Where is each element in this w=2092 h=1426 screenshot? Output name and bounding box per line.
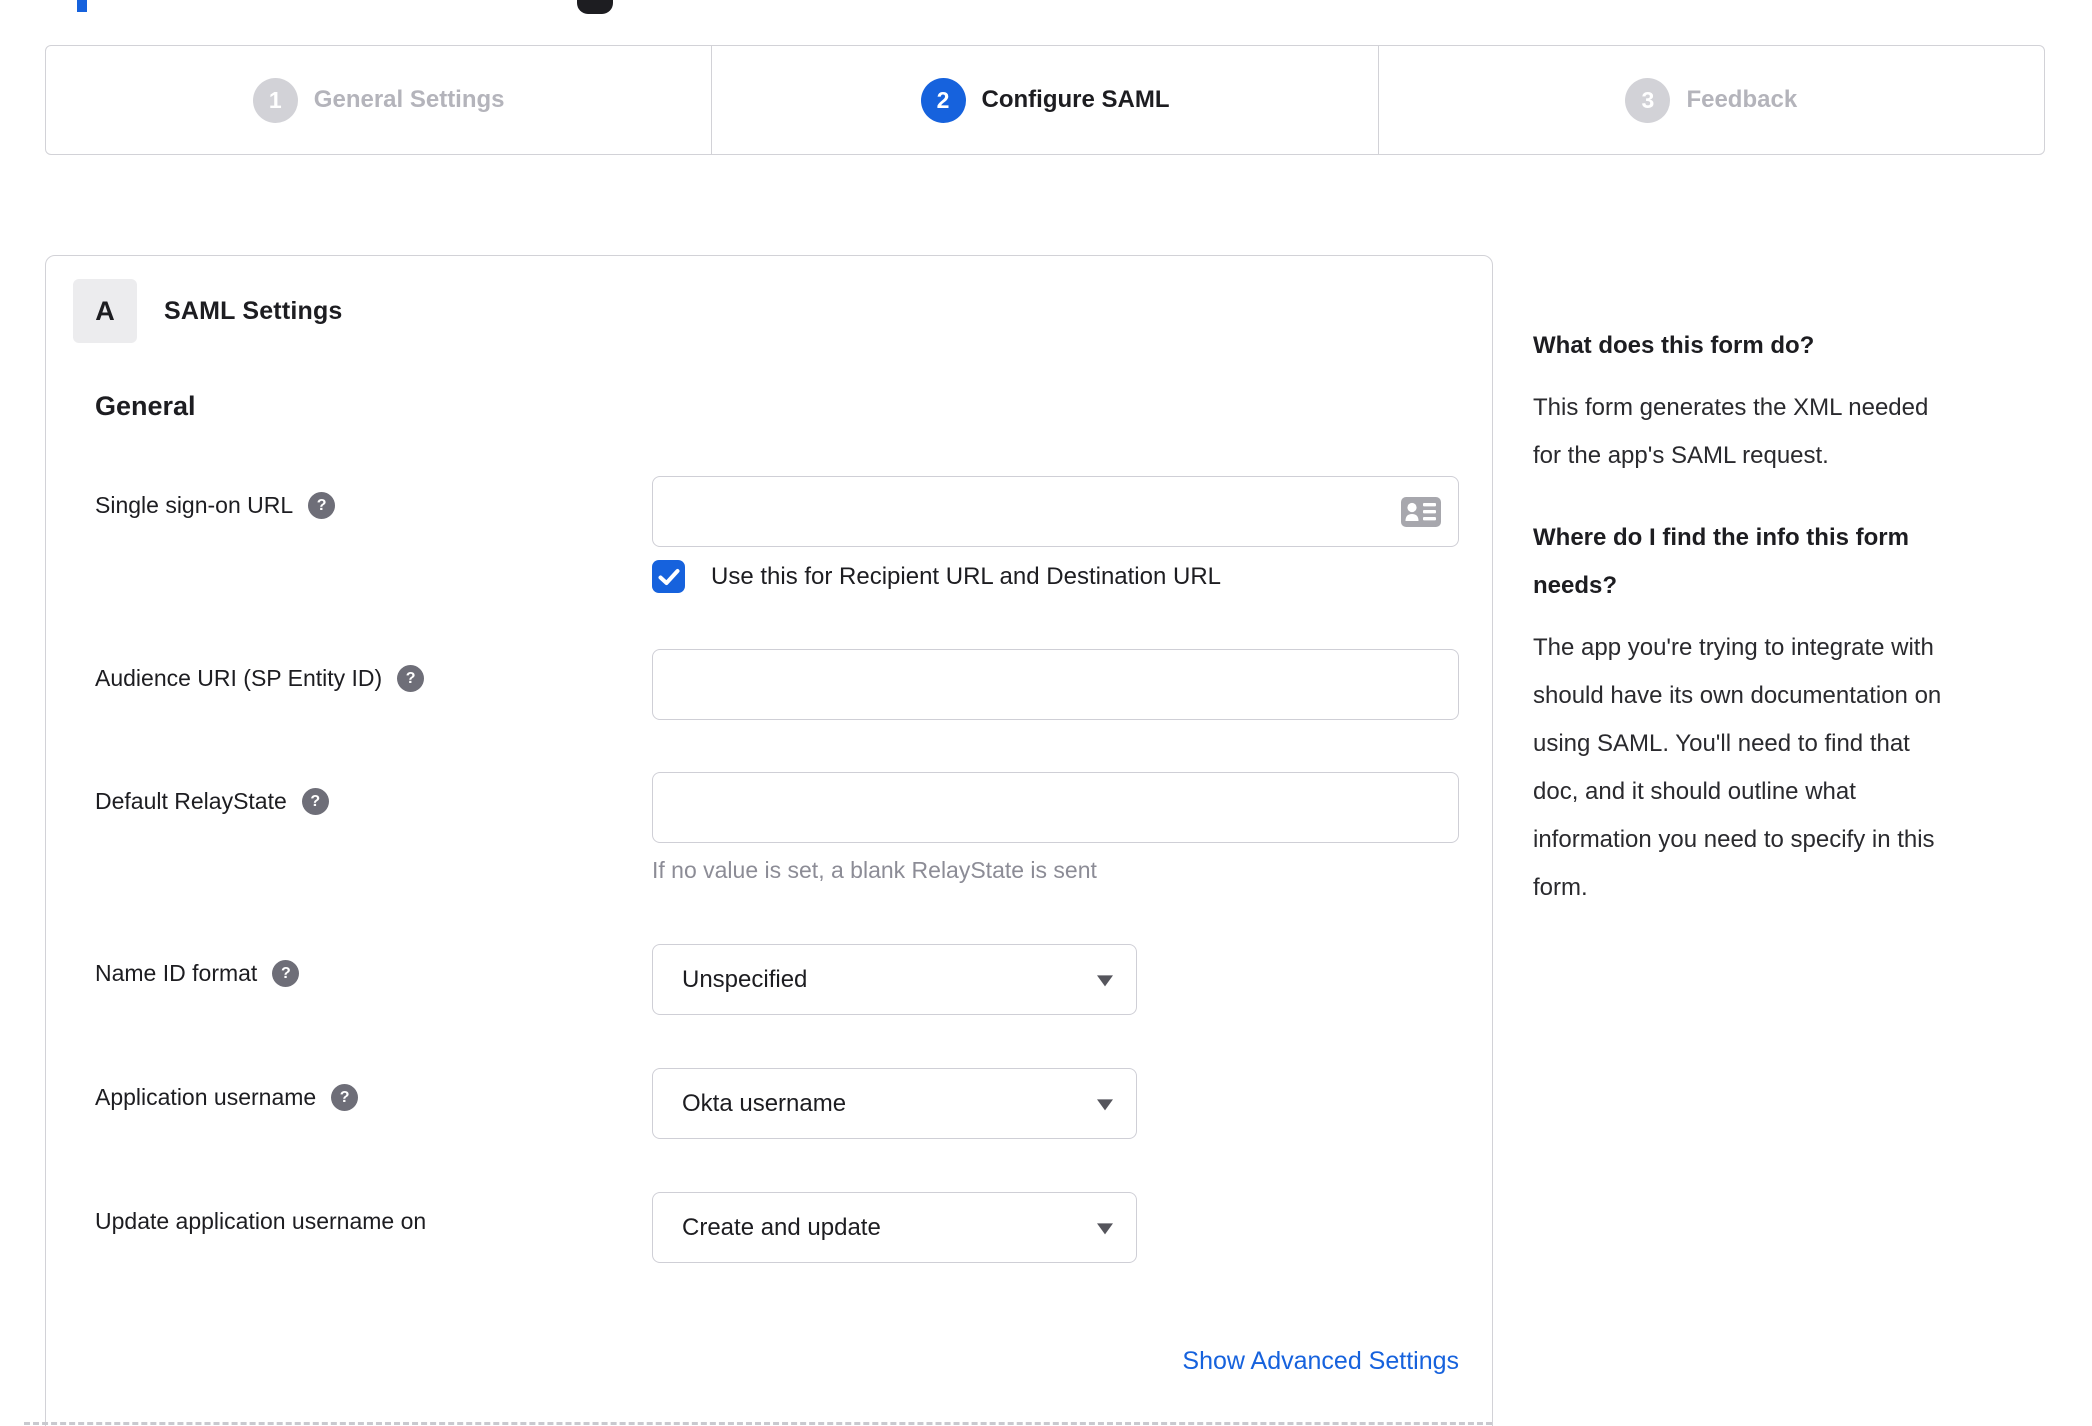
name-id-format-value: Unspecified	[682, 965, 808, 993]
recipient-url-checkbox[interactable]	[652, 560, 685, 593]
single-sign-on-url-label: Single sign-on URL	[95, 492, 294, 518]
check-icon	[658, 568, 679, 585]
field-label-wrap: Audience URI (SP Entity ID) ?	[95, 649, 652, 692]
step-general-settings[interactable]: 1 General Settings	[46, 46, 711, 154]
recipient-url-checkbox-row: Use this for Recipient URL and Destinati…	[652, 560, 1459, 593]
step-number-badge: 2	[920, 77, 966, 123]
step-label: General Settings	[313, 86, 505, 113]
field-label-wrap: Application username ?	[95, 1068, 652, 1111]
update-application-username-select[interactable]: Create and update	[652, 1192, 1137, 1263]
advanced-settings-row: Show Advanced Settings	[95, 1347, 1459, 1376]
help-icon[interactable]: ?	[308, 492, 336, 519]
application-username-select[interactable]: Okta username	[652, 1068, 1137, 1139]
section-a-badge: A	[73, 279, 137, 343]
field-name-id-format: Name ID format ? Unspecified	[95, 944, 1459, 1015]
application-username-label: Application username	[95, 1084, 317, 1110]
default-relaystate-input[interactable]	[652, 772, 1459, 843]
step-configure-saml[interactable]: 2 Configure SAML	[711, 46, 1377, 154]
audience-uri-label: Audience URI (SP Entity ID)	[95, 665, 383, 691]
general-section-heading: General	[95, 391, 196, 421]
field-single-sign-on-url: Single sign-on URL ? Use this for Recipi…	[95, 476, 1459, 593]
field-default-relaystate: Default RelayState ? If no value is set,…	[95, 772, 1459, 885]
panel-title: SAML Settings	[164, 296, 343, 325]
step-number-badge: 3	[1625, 77, 1671, 123]
saml-settings-panel: A SAML Settings General Single sign-on U…	[24, 255, 1493, 1426]
step-label: Feedback	[1686, 86, 1798, 113]
chevron-down-icon	[1097, 974, 1113, 986]
field-label-wrap: Single sign-on URL ?	[95, 476, 652, 519]
update-application-username-value: Create and update	[682, 1213, 881, 1241]
field-update-application-username: Update application username on Create an…	[95, 1192, 1459, 1263]
single-sign-on-url-input[interactable]	[652, 476, 1459, 547]
field-label-wrap: Update application username on	[95, 1192, 652, 1235]
help-sidebar: What does this form do? This form genera…	[1533, 322, 2073, 912]
audience-uri-input[interactable]	[652, 649, 1459, 720]
dashed-section-divider	[24, 1422, 1492, 1425]
application-username-value: Okta username	[682, 1089, 847, 1117]
field-label-wrap: Default RelayState ?	[95, 772, 652, 815]
relaystate-hint: If no value is set, a blank RelayState i…	[652, 857, 1097, 883]
step-feedback[interactable]: 3 Feedback	[1377, 46, 2044, 154]
update-application-username-label: Update application username on	[95, 1208, 427, 1234]
sidebar-answer-2: The app you're trying to integrate with s…	[1533, 634, 1942, 901]
recipient-url-checkbox-label: Use this for Recipient URL and Destinati…	[711, 562, 1222, 590]
field-audience-uri: Audience URI (SP Entity ID) ?	[95, 649, 1459, 720]
help-icon[interactable]: ?	[301, 788, 329, 815]
cut-off-logo-fragment	[77, 0, 87, 12]
help-icon[interactable]: ?	[397, 665, 425, 692]
wizard-stepper: 1 General Settings 2 Configure SAML 3 Fe…	[45, 45, 2045, 155]
sidebar-question-2: Where do I find the info this form needs?	[1533, 524, 1909, 599]
field-label-wrap: Name ID format ?	[95, 944, 652, 987]
name-id-format-label: Name ID format	[95, 960, 258, 986]
help-icon[interactable]: ?	[331, 1084, 359, 1111]
name-id-format-select[interactable]: Unspecified	[652, 944, 1137, 1015]
contact-card-icon	[1401, 496, 1441, 527]
default-relaystate-label: Default RelayState	[95, 788, 287, 814]
chevron-down-icon	[1097, 1098, 1113, 1110]
step-label: Configure SAML	[981, 86, 1170, 113]
sidebar-question-1: What does this form do?	[1533, 332, 1815, 359]
panel-header: A SAML Settings	[73, 279, 1459, 343]
step-number-badge: 1	[252, 77, 298, 123]
sidebar-answer-1: This form generates the XML needed for th…	[1533, 394, 1929, 469]
field-application-username: Application username ? Okta username	[95, 1068, 1459, 1139]
cut-off-icon-fragment	[577, 0, 613, 14]
show-advanced-settings-link[interactable]: Show Advanced Settings	[1182, 1347, 1459, 1375]
chevron-down-icon	[1097, 1222, 1113, 1234]
help-icon[interactable]: ?	[272, 960, 300, 987]
saml-form: General Single sign-on URL ? Use this fo…	[95, 391, 1459, 1376]
